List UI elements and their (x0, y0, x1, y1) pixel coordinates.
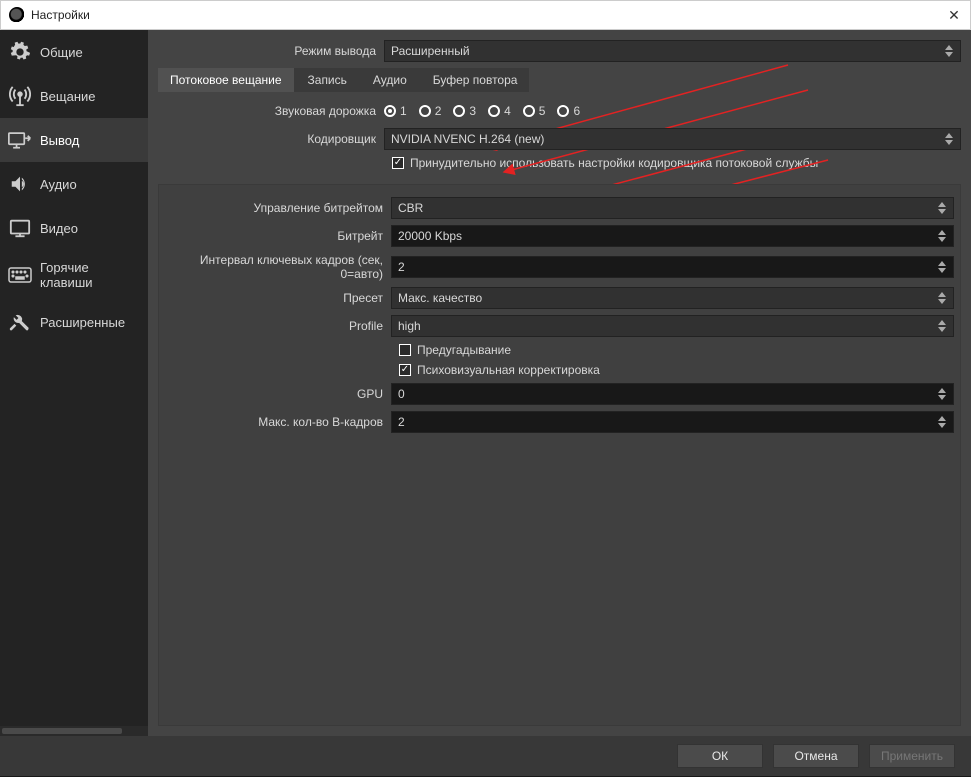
audio-track-group: 1 2 3 4 5 6 (384, 104, 961, 118)
sidebar-item-general[interactable]: Общие (0, 30, 148, 74)
close-icon[interactable]: ✕ (946, 7, 962, 24)
tab-streaming[interactable]: Потоковое вещание (158, 68, 294, 92)
audio-track-2[interactable]: 2 (419, 104, 442, 118)
audio-track-3[interactable]: 3 (453, 104, 476, 118)
encoder-label: Кодировщик (158, 132, 384, 146)
encoder-select[interactable]: NVIDIA NVENC H.264 (new) (384, 128, 961, 150)
titlebar: Настройки ✕ (0, 0, 971, 30)
bframes-label: Макс. кол-во В-кадров (165, 415, 391, 429)
updown-icon (937, 198, 951, 218)
encoder-value: NVIDIA NVENC H.264 (new) (391, 132, 544, 146)
updown-icon (937, 384, 951, 404)
gpu-label: GPU (165, 387, 391, 401)
main-content: Режим вывода Расширенный Потоковое вещан… (148, 30, 971, 736)
audio-icon (8, 172, 32, 196)
profile-label: Profile (165, 319, 391, 333)
audio-track-label: Звуковая дорожка (158, 104, 384, 118)
enforce-checkbox[interactable] (392, 157, 404, 169)
updown-icon (937, 412, 951, 432)
bframes-spinner[interactable]: 2 (391, 411, 954, 433)
rate-control-select[interactable]: CBR (391, 197, 954, 219)
encoder-settings-panel: Управление битрейтом CBR Битрейт 2000 (158, 184, 961, 726)
sidebar-item-audio[interactable]: Аудио (0, 162, 148, 206)
sidebar-item-hotkeys[interactable]: Горячие клавиши (0, 250, 148, 300)
sidebar-item-label: Вещание (40, 89, 96, 104)
sidebar-item-label: Общие (40, 45, 83, 60)
sidebar-item-output[interactable]: Вывод (0, 118, 148, 162)
psycho-label: Психовизуальная корректировка (417, 363, 600, 377)
output-mode-value: Расширенный (391, 44, 470, 58)
window-title: Настройки (31, 8, 946, 22)
keyframe-spinner[interactable]: 2 (391, 256, 954, 278)
audio-track-5[interactable]: 5 (523, 104, 546, 118)
preset-label: Пресет (165, 291, 391, 305)
bitrate-spinner[interactable]: 20000 Kbps (391, 225, 954, 247)
updown-icon (937, 288, 951, 308)
tools-icon (8, 310, 32, 334)
keyboard-icon (8, 263, 32, 287)
sidebar-item-video[interactable]: Видео (0, 206, 148, 250)
audio-track-4[interactable]: 4 (488, 104, 511, 118)
updown-icon (937, 226, 951, 246)
dialog-button-bar: ОК Отмена Применить (0, 736, 971, 776)
sidebar: Общие Вещание Вывод Аудио Видео (0, 30, 148, 736)
updown-icon (937, 257, 951, 277)
bitrate-label: Битрейт (165, 229, 391, 243)
updown-icon (937, 316, 951, 336)
ok-button[interactable]: ОК (677, 744, 763, 768)
updown-icon (944, 129, 958, 149)
lookahead-checkbox[interactable] (399, 344, 411, 356)
video-icon (8, 216, 32, 240)
rate-control-label: Управление битрейтом (165, 201, 391, 215)
tab-audio[interactable]: Аудио (361, 68, 419, 92)
sidebar-item-label: Видео (40, 221, 78, 236)
tab-recording[interactable]: Запись (296, 68, 359, 92)
output-tabs: Потоковое вещание Запись Аудио Буфер пов… (158, 68, 529, 92)
psycho-checkbox[interactable] (399, 364, 411, 376)
output-icon (8, 128, 32, 152)
sidebar-item-label: Вывод (40, 133, 79, 148)
profile-select[interactable]: high (391, 315, 954, 337)
output-mode-select[interactable]: Расширенный (384, 40, 961, 62)
apply-button[interactable]: Применить (869, 744, 955, 768)
enforce-checkbox-label: Принудительно использовать настройки код… (410, 156, 818, 170)
lookahead-label: Предугадывание (417, 343, 511, 357)
sidebar-item-stream[interactable]: Вещание (0, 74, 148, 118)
tab-replay[interactable]: Буфер повтора (421, 68, 530, 92)
sidebar-scrollbar[interactable] (0, 726, 148, 736)
audio-track-6[interactable]: 6 (557, 104, 580, 118)
sidebar-item-advanced[interactable]: Расширенные (0, 300, 148, 344)
sidebar-item-label: Расширенные (40, 315, 125, 330)
preset-select[interactable]: Макс. качество (391, 287, 954, 309)
gear-icon (8, 40, 32, 64)
broadcast-icon (8, 84, 32, 108)
gpu-spinner[interactable]: 0 (391, 383, 954, 405)
app-icon (9, 7, 25, 23)
audio-track-1[interactable]: 1 (384, 104, 407, 118)
cancel-button[interactable]: Отмена (773, 744, 859, 768)
sidebar-item-label: Горячие клавиши (40, 260, 140, 290)
output-mode-label: Режим вывода (158, 44, 384, 58)
keyframe-label: Интервал ключевых кадров (сек, 0=авто) (165, 253, 391, 281)
sidebar-item-label: Аудио (40, 177, 77, 192)
updown-icon (944, 41, 958, 61)
